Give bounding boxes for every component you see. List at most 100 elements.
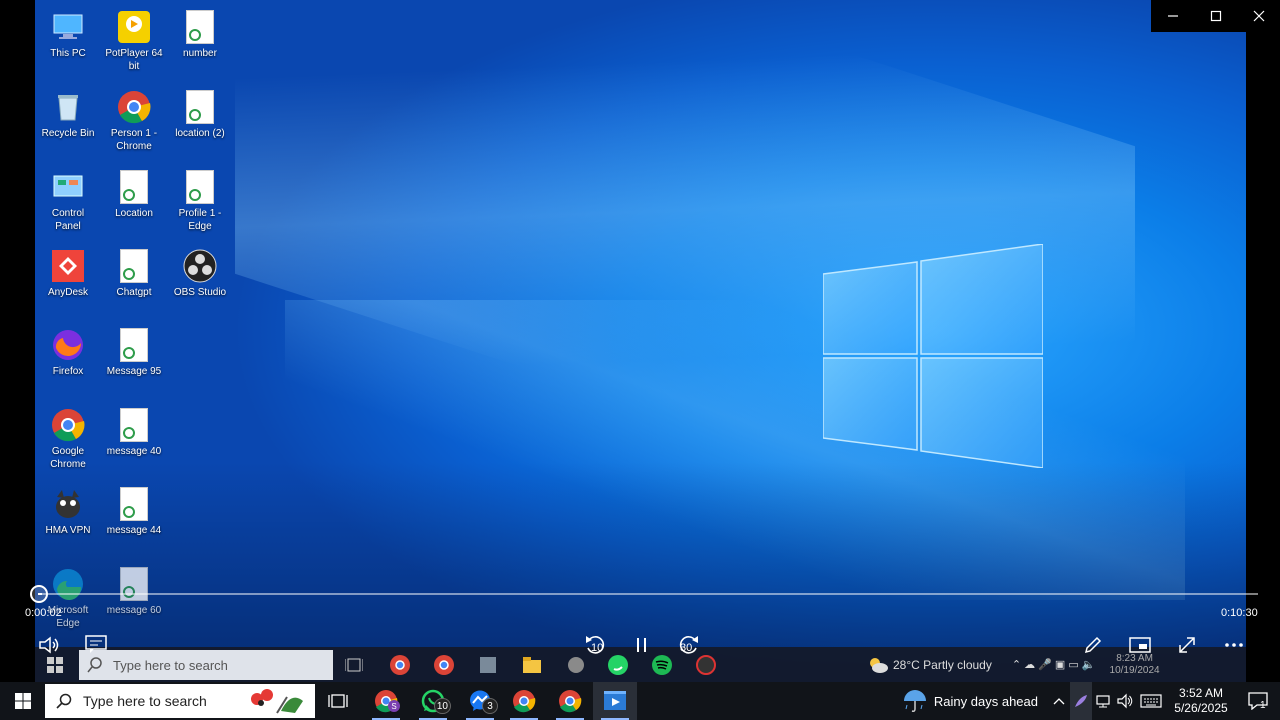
document-icon [120, 249, 148, 283]
weather-widget[interactable]: Rainy days ahead [892, 682, 1048, 720]
desktop-icon-message-40[interactable]: message 40 [101, 408, 167, 458]
close-icon [1253, 10, 1264, 22]
desktop-icon-label: PotPlayer 64 bit [105, 48, 163, 72]
clock-date: 5/26/2025 [1174, 701, 1228, 715]
keyboard-button[interactable] [1136, 694, 1166, 708]
miniplayer-button[interactable] [1128, 634, 1152, 656]
spotify-icon [652, 655, 672, 675]
show-hidden-icons-button[interactable] [1048, 697, 1070, 705]
forward-seconds: 30 [680, 642, 693, 654]
edit-button[interactable] [1082, 634, 1104, 656]
notification-count: 1 [1260, 700, 1266, 711]
desktop-icon-label: location (2) [175, 128, 225, 139]
recorded-tray-icons: ⌃ ☁ 🎤 ▣ ▭ 🔈 [1011, 659, 1096, 671]
current-time: 0:00:02 [25, 607, 62, 619]
windows-logo [823, 244, 1043, 468]
desktop-icon-this-pc[interactable]: This PC [35, 10, 101, 60]
task-view-button[interactable] [316, 682, 360, 720]
taskbar-chrome-3[interactable] [548, 682, 592, 720]
close-button[interactable] [1237, 0, 1280, 32]
forward-button[interactable]: 30 [676, 634, 702, 656]
notifications-button[interactable]: 1 [1236, 682, 1280, 720]
desktop-icon-message-95[interactable]: Message 95 [101, 328, 167, 378]
desktop-icon-label: Google Chrome [50, 446, 86, 470]
chrome-icon [51, 408, 85, 442]
keyboard-icon [1140, 694, 1162, 708]
seek-thumb[interactable] [30, 585, 48, 603]
desktop-icon-hma-vpn[interactable]: HMA VPN [35, 487, 101, 537]
taskbar-chrome-profile[interactable]: S [364, 682, 408, 720]
chevron-up-icon [1053, 698, 1065, 705]
subtitles-button[interactable] [84, 634, 108, 656]
desktop-icon-message-44[interactable]: message 44 [101, 487, 167, 537]
pause-button[interactable] [631, 634, 653, 656]
document-icon [120, 408, 148, 442]
clock[interactable]: 3:52 AM 5/26/2025 [1166, 686, 1236, 716]
maximize-icon [1210, 10, 1221, 22]
desktop-icon-label: number [183, 48, 217, 59]
minimize-button[interactable] [1151, 0, 1194, 32]
document-icon [186, 90, 214, 124]
desktop-icon-label: Firefox [52, 366, 84, 377]
partly-cloudy-icon [870, 657, 888, 673]
task-view-icon [345, 658, 363, 672]
duration: 0:10:30 [1221, 607, 1258, 619]
app-icon [696, 655, 716, 675]
search-icon [56, 693, 72, 709]
taskbar-search[interactable]: Type here to search [45, 684, 315, 718]
desktop-icon-label: Message 95 [106, 366, 162, 377]
desktop-icon-label: Chatgpt [116, 287, 152, 298]
taskbar-chrome-2[interactable] [502, 682, 546, 720]
whatsapp-icon [608, 655, 628, 675]
desktop-icon-firefox[interactable]: Firefox [35, 328, 101, 378]
seek-bar[interactable] [38, 593, 1258, 595]
this-pc-icon [51, 10, 85, 44]
recorded-date: 10/19/2024 [1109, 664, 1160, 676]
recorded-weather: 28°C Partly cloudy [893, 657, 992, 672]
maximize-button[interactable] [1194, 0, 1237, 32]
desktop-icon-google-chrome[interactable]: Google Chrome [35, 408, 101, 471]
network-button[interactable] [1092, 693, 1114, 709]
desktop-icon-location-2[interactable]: location (2) [167, 90, 233, 140]
document-icon [186, 10, 214, 44]
windows-icon [14, 693, 31, 709]
desktop-icon-number[interactable]: number [167, 10, 233, 60]
taskbar-media-player[interactable] [593, 682, 637, 720]
file-explorer-icon [523, 657, 541, 673]
fullscreen-button[interactable] [1176, 634, 1198, 656]
pause-icon [637, 638, 646, 652]
more-options-button[interactable] [1222, 634, 1246, 656]
recorded-system-tray: 28°C Partly cloudy ⌃ ☁ 🎤 ▣ ▭ 🔈 8:23 AM 1… [867, 647, 1160, 682]
volume-tray-button[interactable] [1114, 693, 1136, 709]
desktop-icon-location[interactable]: Location [101, 170, 167, 220]
desktop-icon-recycle-bin[interactable]: Recycle Bin [35, 90, 101, 140]
document-icon [186, 170, 214, 204]
chrome-icon [434, 655, 454, 675]
desktop-icon-label: AnyDesk [47, 287, 88, 298]
desktop-icon-person-chrome[interactable]: Person 1 - Chrome [101, 90, 167, 153]
taskbar: Type here to search S 10 3 Rainy days ah… [0, 682, 1280, 720]
search-placeholder: Type here to search [83, 693, 207, 709]
flowers-highlight-icon [251, 689, 303, 714]
speaker-icon [1117, 693, 1133, 709]
feather-pen-icon [1075, 695, 1087, 707]
edge-icon [51, 567, 85, 601]
volume-button[interactable] [37, 635, 61, 655]
recorded-start-icon [47, 657, 63, 678]
desktop-icon-potplayer[interactable]: PotPlayer 64 bit [101, 10, 167, 73]
desktop-icon-chatgpt[interactable]: Chatgpt [101, 249, 167, 299]
chrome-icon [513, 690, 536, 713]
desktop-icon-profile-edge[interactable]: Profile 1 - Edge [167, 170, 233, 233]
video-frame[interactable]: This PC PotPlayer 64 bit number Recycle … [35, 0, 1246, 682]
captions-icon [85, 635, 107, 653]
desktop-icon-message-60[interactable]: message 60 [101, 567, 167, 617]
start-button[interactable] [0, 682, 45, 720]
taskbar-whatsapp[interactable]: 10 [411, 682, 455, 720]
rewind-button[interactable]: 10 [582, 634, 608, 656]
taskbar-messenger[interactable]: 3 [458, 682, 502, 720]
desktop-icon-anydesk[interactable]: AnyDesk [35, 249, 101, 299]
desktop-icon-obs[interactable]: OBS Studio [167, 249, 233, 299]
weather-text: Rainy days ahead [933, 693, 1038, 709]
pen-tray-button[interactable] [1070, 682, 1092, 720]
desktop-icon-control-panel[interactable]: Control Panel [35, 170, 101, 233]
